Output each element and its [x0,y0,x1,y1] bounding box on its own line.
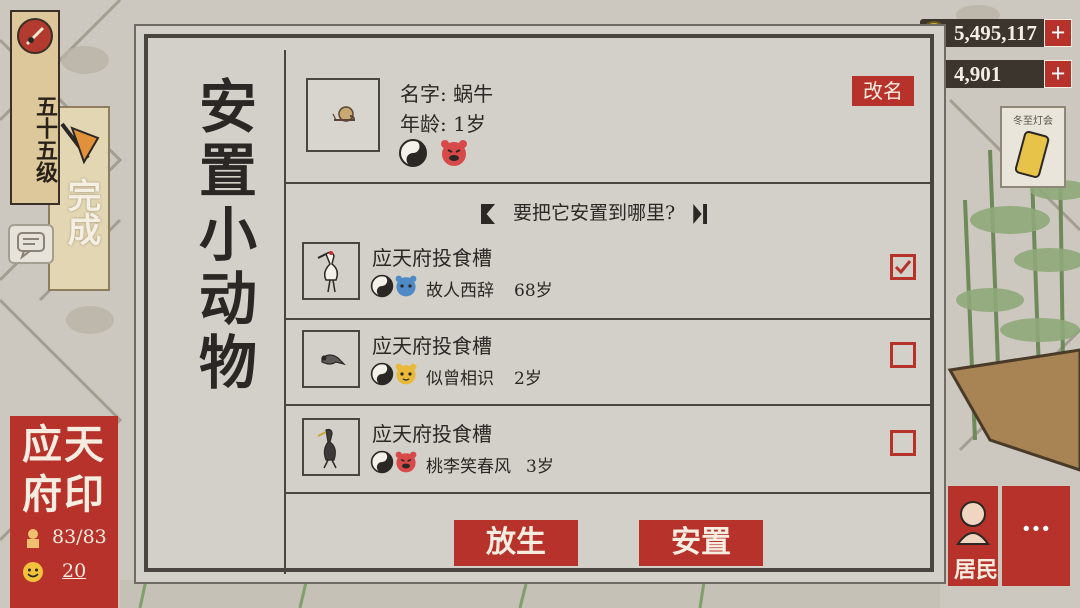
dialog-title: 安置小动物 [189,76,257,396]
animal-age: 2岁 [514,369,542,389]
question-text: 要把它安置到哪里? [513,202,676,224]
pet-info-divider [286,182,934,184]
animal-age: 68岁 [514,281,553,301]
feeding-trough-slot[interactable]: 应天府投食槽 故人西辞 68岁 [298,236,928,318]
more-menu-label: ··· [1021,512,1051,545]
smiley-icon [23,562,43,582]
animal-name: 桃李笑春风 [426,457,511,477]
animal-traits [370,362,418,386]
quest-complete-label: 完成 [61,178,101,246]
left-arrow-icon [481,204,495,224]
event-title: 冬至灯会 [1013,116,1053,127]
trough-location: 应天府投食槽 [372,422,492,446]
happiness-stat: 20 [22,560,86,583]
player-level-badge[interactable]: 五十五级 [10,10,60,205]
resident-portrait-icon [956,501,990,545]
population-value: 83/83 [52,526,107,548]
person-icon [27,529,39,548]
select-checkbox[interactable] [890,430,916,456]
trough-location: 应天府投食槽 [372,246,492,270]
snail-icon [332,106,356,122]
blue-creature-icon [395,275,417,297]
animal-name: 故人西辞 [426,281,494,301]
rename-button[interactable]: 改名 [852,76,914,106]
place-animal-dialog: 安置小动物 名字: 蜗牛 年龄: 1岁 改名 要把它安置到哪里? 应天府投食槽 [136,26,944,582]
feeding-trough-slot[interactable]: 应天府投食槽 似曾相识 2岁 [298,324,928,406]
animal-traits [370,274,418,298]
angry-pig-icon [441,140,468,166]
yin-yang-icon [399,139,427,167]
chat-bubble-icon[interactable] [8,224,54,264]
animal-age: 3岁 [526,457,554,477]
release-button[interactable]: 放生 [454,520,578,566]
cormorant-icon [317,428,337,469]
umbrella-quest-icon [60,122,100,165]
yin-yang-icon [370,362,394,386]
pet-age: 年龄: 1岁 [400,112,486,136]
pet-portrait [306,78,380,152]
animal-traits [370,450,418,474]
slot-divider [286,318,934,320]
angry-pig-icon [395,451,417,473]
pet-traits [398,138,475,168]
add-coins-button[interactable]: + [1044,19,1072,47]
trough-location: 应天府投食槽 [372,334,492,358]
placement-question: 要把它安置到哪里? [481,198,708,225]
animal-name: 似曾相识 [426,369,494,389]
slot-divider [286,492,934,494]
population-stat: 83/83 [22,526,107,549]
more-menu-button[interactable]: ··· [1002,486,1070,586]
right-arrow-icon [693,204,708,224]
dialog-frame: 安置小动物 名字: 蜗牛 年龄: 1岁 改名 要把它安置到哪里? 应天府投食槽 [144,34,934,574]
yin-yang-icon [370,450,394,474]
checkmark-icon [894,260,912,275]
crane-icon [317,251,339,293]
select-checkbox[interactable] [890,342,916,368]
feeding-trough-slot[interactable]: 应天府投食槽 桃李笑春风 3岁 [298,412,928,494]
happiness-value: 20 [62,560,87,582]
add-jade-button[interactable]: + [1044,60,1072,88]
city-seal-panel[interactable]: 应天府印 83/83 20 [10,416,118,608]
title-divider [284,50,286,574]
residents-button[interactable]: 居民 [948,486,998,586]
pet-name: 名字: 蜗牛 [400,82,494,106]
animal-portrait [302,330,360,388]
residents-label: 居民 [954,557,999,583]
yellow-creature-icon [395,363,417,385]
lantern-festival-event[interactable]: 冬至灯会 [1000,106,1066,188]
lantern-icon [1014,130,1050,178]
select-checkbox[interactable] [890,254,916,280]
copper-coin-value: 5,495,117 [954,21,1037,45]
yin-yang-icon [370,274,394,298]
slot-divider [286,404,934,406]
place-button[interactable]: 安置 [639,520,763,566]
city-seal-name: 应天府印 [22,421,106,518]
swallow-icon [321,354,346,366]
jade-value: 4,901 [954,62,1002,86]
animal-portrait [302,242,360,300]
level-emblem-icon [17,18,53,54]
animal-portrait [302,418,360,476]
player-level-label: 五十五级 [32,95,58,183]
